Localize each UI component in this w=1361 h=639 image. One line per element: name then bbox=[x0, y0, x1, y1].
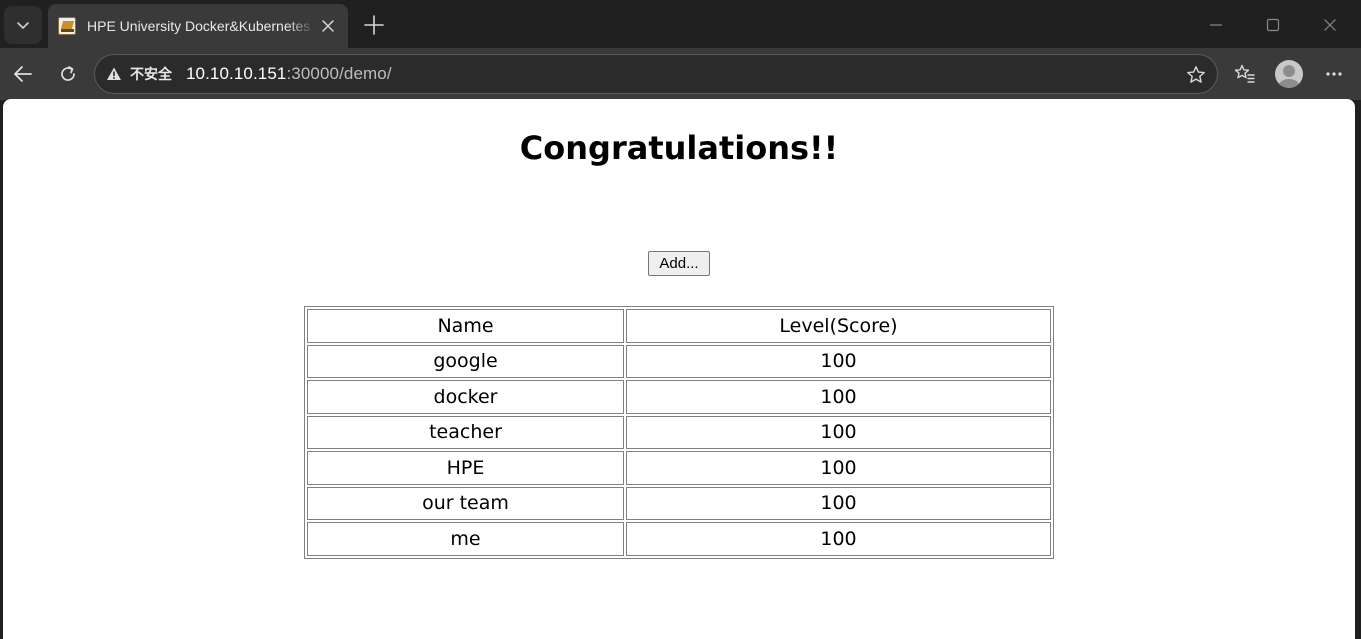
table-row: docker 100 bbox=[307, 380, 1051, 414]
name-cell: me bbox=[307, 522, 624, 556]
page-title: Congratulations!! bbox=[519, 129, 839, 167]
name-cell: our team bbox=[307, 486, 624, 520]
table-row: HPE 100 bbox=[307, 451, 1051, 485]
arrow-left-icon bbox=[14, 66, 32, 82]
score-cell: 100 bbox=[626, 380, 1051, 414]
site-favicon-icon bbox=[58, 17, 76, 35]
star-icon bbox=[1187, 66, 1205, 83]
url-host: 10.10.10.151 bbox=[186, 64, 287, 83]
maximize-button[interactable] bbox=[1253, 8, 1293, 42]
tab-search-button[interactable] bbox=[4, 6, 42, 44]
reload-icon bbox=[61, 66, 75, 81]
score-cell: 100 bbox=[626, 344, 1051, 378]
site-info-button[interactable]: 不安全 bbox=[106, 64, 172, 84]
page-viewport: Congratulations!! Add... Name Level(Scor… bbox=[3, 99, 1355, 639]
score-cell: 100 bbox=[626, 451, 1051, 485]
column-header-name: Name bbox=[307, 309, 624, 343]
close-icon bbox=[322, 20, 334, 32]
table-row: me 100 bbox=[307, 522, 1051, 556]
add-button[interactable]: Add... bbox=[648, 251, 710, 276]
address-bar[interactable]: 不安全 10.10.10.151:30000/demo/ bbox=[94, 54, 1218, 94]
minimize-icon bbox=[1210, 24, 1222, 26]
security-label: 不安全 bbox=[130, 66, 172, 82]
tab-title: HPE University Docker&Kubernetes bbox=[87, 18, 311, 34]
name-cell: teacher bbox=[307, 415, 624, 449]
url-path: :30000/demo/ bbox=[286, 64, 392, 83]
score-cell: 100 bbox=[626, 522, 1051, 556]
chevron-down-icon bbox=[17, 22, 29, 29]
reload-button[interactable] bbox=[52, 58, 84, 90]
name-cell: HPE bbox=[307, 451, 624, 485]
back-button[interactable] bbox=[7, 58, 39, 90]
tab-strip: HPE University Docker&Kubernetes bbox=[0, 0, 1361, 48]
browser-toolbar: 不安全 10.10.10.151:30000/demo/ bbox=[0, 48, 1361, 100]
column-header-level: Level(Score) bbox=[626, 309, 1051, 343]
name-cell: google bbox=[307, 344, 624, 378]
new-tab-button[interactable] bbox=[360, 11, 388, 39]
favorites-icon bbox=[1234, 64, 1255, 83]
settings-menu-button[interactable] bbox=[1318, 58, 1350, 90]
tab-close-button[interactable] bbox=[318, 16, 338, 36]
score-cell: 100 bbox=[626, 415, 1051, 449]
url-text: 10.10.10.151:30000/demo/ bbox=[186, 64, 392, 84]
score-table: Name Level(Score) google 100 docker 100 … bbox=[304, 306, 1054, 559]
score-cell: 100 bbox=[626, 486, 1051, 520]
table-row: our team 100 bbox=[307, 486, 1051, 520]
favorites-button[interactable] bbox=[1229, 58, 1261, 90]
close-icon bbox=[1324, 19, 1336, 31]
profile-avatar[interactable] bbox=[1275, 60, 1303, 88]
browser-tab-active[interactable]: HPE University Docker&Kubernetes bbox=[48, 4, 348, 48]
table-row: teacher 100 bbox=[307, 415, 1051, 449]
maximize-icon bbox=[1266, 18, 1280, 32]
table-header-row: Name Level(Score) bbox=[307, 309, 1051, 343]
more-horizontal-icon bbox=[1326, 72, 1342, 76]
bookmark-button[interactable] bbox=[1181, 60, 1211, 90]
minimize-button[interactable] bbox=[1196, 8, 1236, 42]
plus-icon bbox=[364, 15, 384, 35]
table-row: google 100 bbox=[307, 344, 1051, 378]
name-cell: docker bbox=[307, 380, 624, 414]
window-close-button[interactable] bbox=[1310, 8, 1350, 42]
warning-icon bbox=[107, 67, 121, 80]
